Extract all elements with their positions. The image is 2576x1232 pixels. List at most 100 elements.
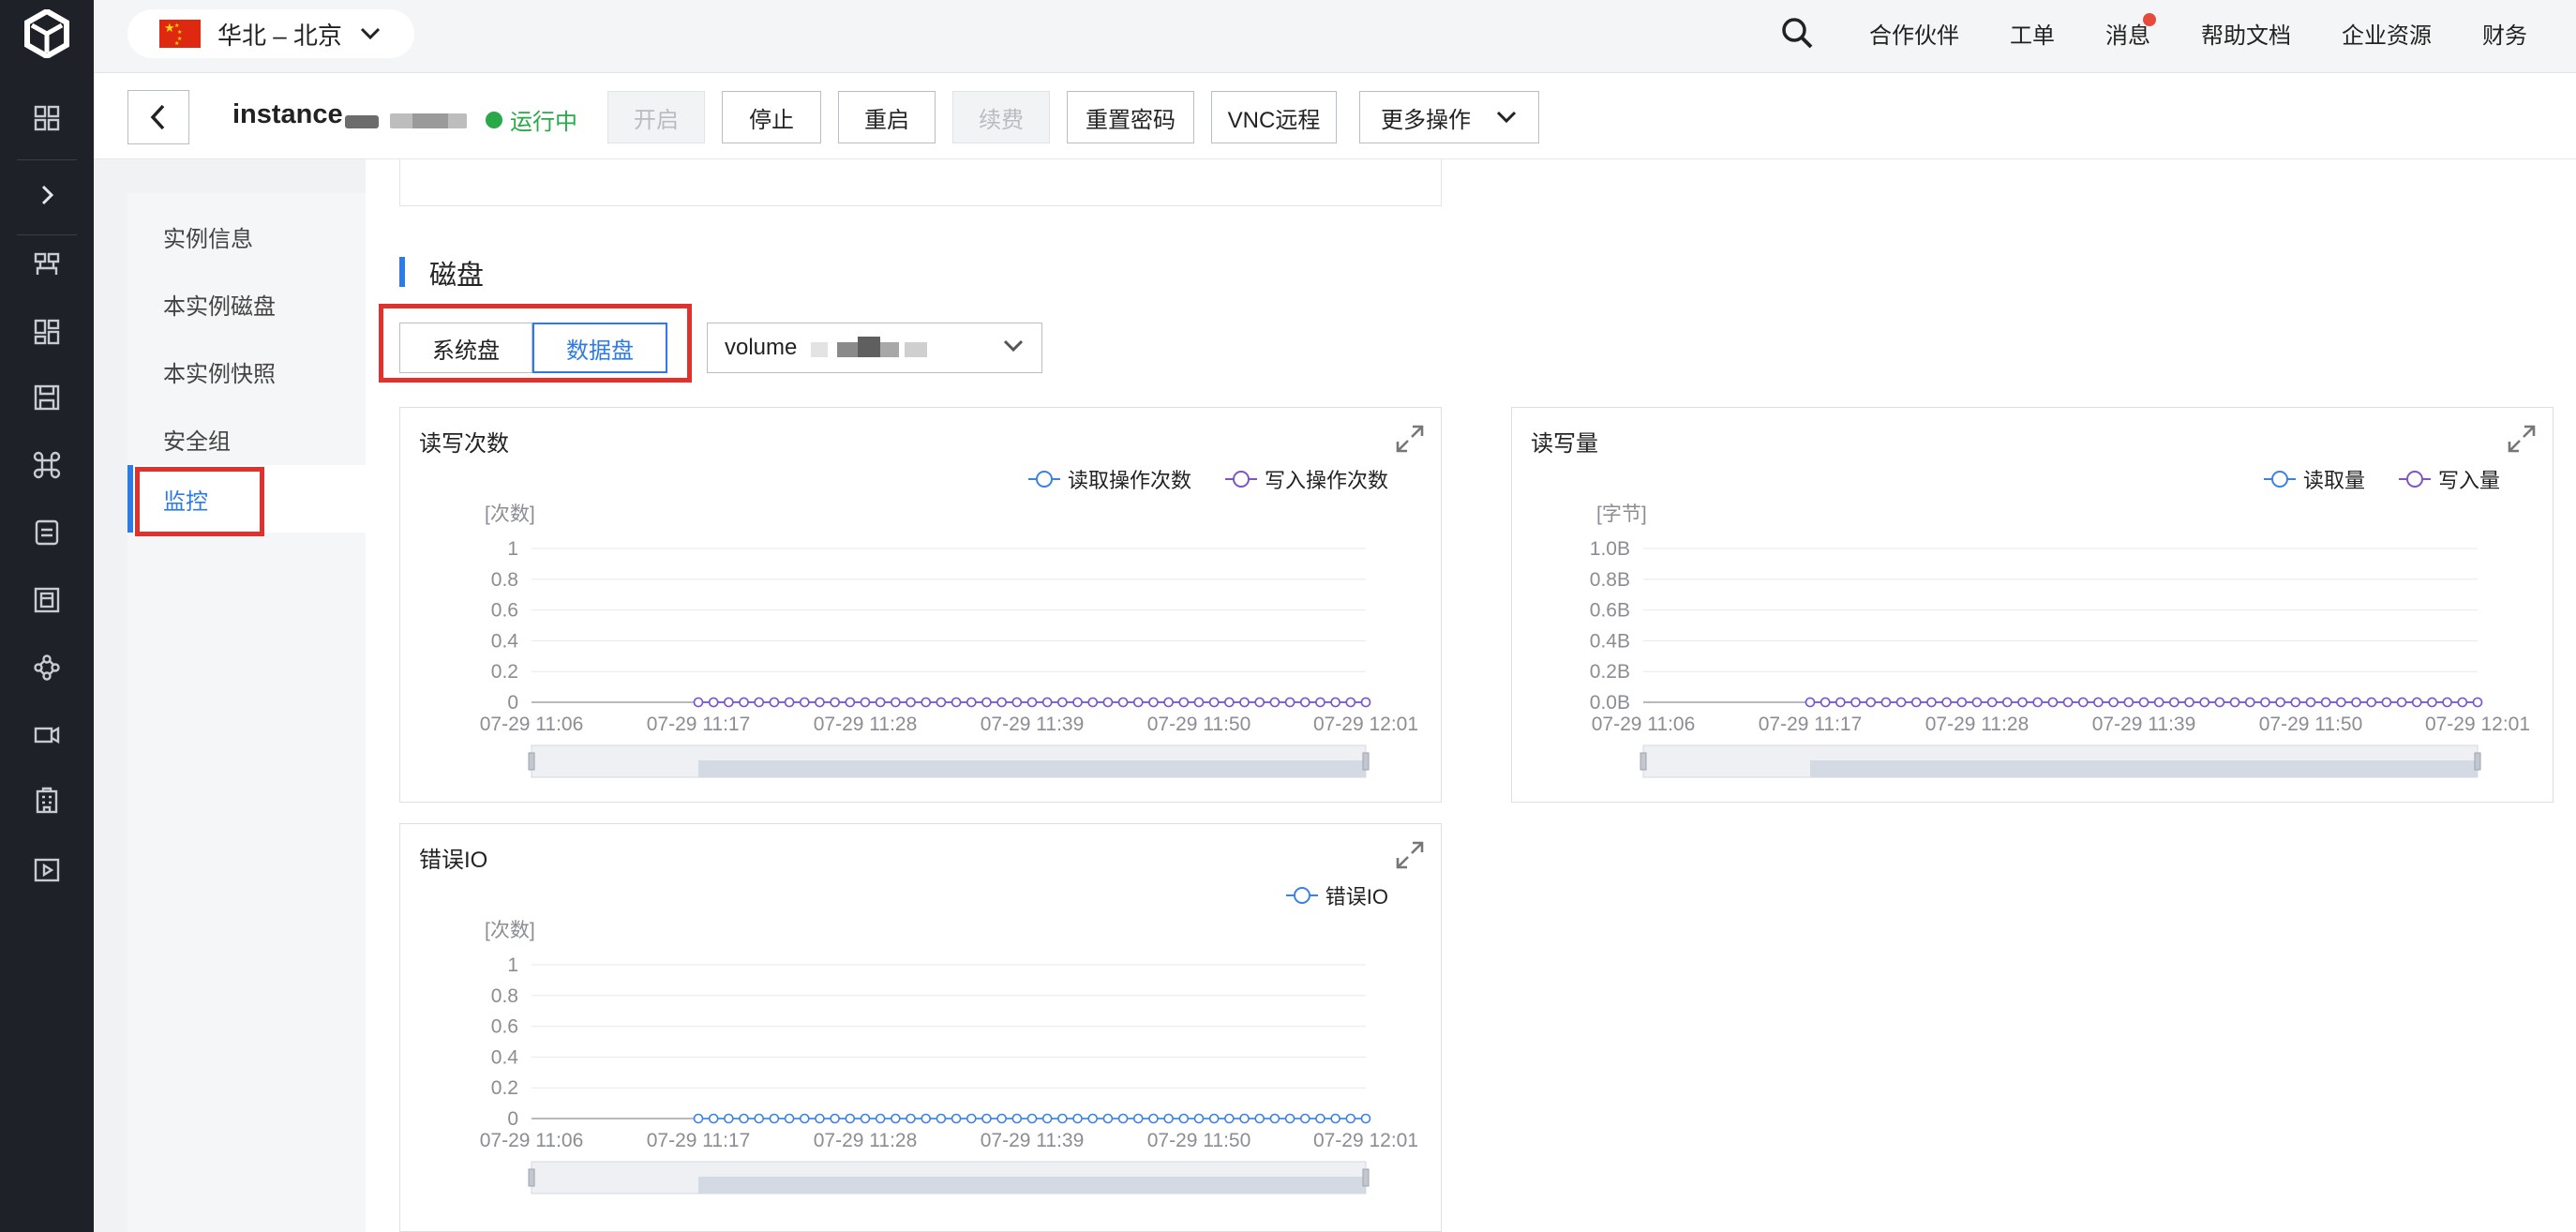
- section-title: 磁盘: [429, 261, 485, 291]
- data-point: [1026, 697, 1038, 708]
- zoom-slider-handle[interactable]: [1362, 752, 1370, 771]
- command-key-icon[interactable]: [24, 443, 69, 488]
- rail-divider: [17, 234, 77, 235]
- storage-disk-icon[interactable]: [24, 375, 69, 420]
- data-point: [815, 697, 825, 708]
- network-topology-icon[interactable]: [24, 242, 69, 287]
- china-flag-icon: ★ ★ ★ ★ ★: [159, 20, 201, 48]
- data-point: [1193, 697, 1205, 708]
- notification-dot: [2143, 13, 2156, 26]
- nav-enterprise-resources[interactable]: 企业资源: [2342, 17, 2432, 50]
- x-tick-label: 07-29 11:06: [480, 714, 584, 735]
- database-icon[interactable]: [24, 510, 69, 555]
- vnc-remote-button[interactable]: VNC远程: [1211, 91, 1337, 143]
- renew-button[interactable]: 续费: [952, 91, 1050, 143]
- data-point: [2138, 697, 2149, 708]
- data-point: [996, 697, 1007, 708]
- building-icon[interactable]: [24, 778, 69, 823]
- data-point: [1315, 1113, 1325, 1124]
- data-point: [2275, 697, 2285, 708]
- nav-help-docs[interactable]: 帮助文档: [2201, 17, 2291, 50]
- data-point: [2457, 697, 2468, 708]
- data-point: [815, 1113, 825, 1124]
- data-point: [1132, 697, 1144, 708]
- chevron-down-icon: [1003, 339, 1024, 353]
- nav-partners[interactable]: 合作伙伴: [1869, 17, 1959, 50]
- y-tick-label: 1: [507, 954, 518, 976]
- x-tick-label: 07-29 11:50: [1147, 1130, 1251, 1151]
- subnav-instance-disks[interactable]: 本实例磁盘: [127, 270, 366, 338]
- volume-select[interactable]: volume: [707, 323, 1042, 373]
- chevron-down-icon: [360, 27, 380, 40]
- data-point: [921, 1113, 932, 1124]
- subnav-monitoring[interactable]: 监控: [127, 465, 366, 533]
- play-media-icon[interactable]: [24, 848, 69, 893]
- data-point: [2260, 697, 2270, 708]
- data-point: [1208, 1113, 1220, 1124]
- logo-icon[interactable]: [21, 8, 73, 60]
- region-selector[interactable]: ★ ★ ★ ★ ★ 华北 – 北京: [127, 9, 414, 58]
- zoom-slider-handle[interactable]: [1362, 1168, 1370, 1187]
- data-point: [1041, 1113, 1053, 1124]
- y-tick-label: 0.2: [491, 1077, 518, 1099]
- container-icon[interactable]: [24, 578, 69, 623]
- back-button[interactable]: [127, 90, 189, 144]
- data-point: [1072, 697, 1083, 708]
- cluster-nodes-icon[interactable]: [24, 645, 69, 690]
- video-camera-icon[interactable]: [24, 713, 69, 758]
- data-point: [1041, 697, 1053, 708]
- redacted-volume-id: [837, 342, 858, 357]
- data-point: [891, 697, 901, 708]
- tab-data-disk[interactable]: 数据盘: [532, 323, 667, 373]
- data-point: [1072, 1113, 1083, 1124]
- nav-finance[interactable]: 财务: [2482, 17, 2527, 50]
- subnav-instance-info[interactable]: 实例信息: [127, 203, 366, 270]
- expand-chevron-icon[interactable]: [24, 173, 69, 218]
- top-bar: ★ ★ ★ ★ ★ 华北 – 北京 合作伙伴 工单 消息 帮助文档 企业资源 财…: [94, 0, 2576, 73]
- status-label: 运行中: [510, 110, 577, 135]
- data-point: [1117, 1113, 1129, 1124]
- section-accent-bar: [399, 257, 405, 287]
- data-point: [1148, 1113, 1159, 1124]
- data-point: [1926, 697, 1937, 708]
- zoom-slider-handle[interactable]: [528, 752, 535, 771]
- zoom-slider-selection: [698, 760, 1366, 777]
- tab-system-disk[interactable]: 系统盘: [399, 323, 532, 373]
- dashboard-grid-icon[interactable]: [24, 96, 69, 141]
- subnav-instance-snapshots[interactable]: 本实例快照: [127, 338, 366, 405]
- chart-card-rw-count: 读写次数 读取操作次数 写入操作次数 [次数] 1 0.8 0.6 0.4 0.2 0 07-…: [399, 407, 1442, 803]
- restart-button[interactable]: 重启: [838, 91, 936, 143]
- more-actions-label: 更多操作: [1381, 107, 1471, 133]
- stop-button[interactable]: 停止: [722, 91, 821, 143]
- zoom-slider-handle[interactable]: [2474, 752, 2481, 771]
- data-point: [784, 697, 795, 708]
- more-actions-dropdown[interactable]: 更多操作: [1359, 91, 1539, 143]
- data-point: [1941, 697, 1952, 708]
- zoom-slider-handle[interactable]: [1640, 752, 1647, 771]
- data-point: [1239, 697, 1250, 708]
- data-point: [1117, 697, 1129, 708]
- reset-password-button[interactable]: 重置密码: [1067, 91, 1194, 143]
- search-icon[interactable]: [1779, 15, 1817, 53]
- nav-tickets[interactable]: 工单: [2010, 17, 2055, 50]
- data-point: [2472, 697, 2483, 708]
- data-point: [1163, 697, 1174, 708]
- data-point: [1284, 1113, 1295, 1124]
- data-point: [2396, 697, 2407, 708]
- start-button[interactable]: 开启: [607, 91, 705, 143]
- subnav-security-group[interactable]: 安全组: [127, 405, 366, 473]
- data-point: [1360, 697, 1371, 708]
- data-point: [799, 697, 810, 708]
- data-point: [1057, 1113, 1068, 1124]
- y-tick-label: 0.4B: [1590, 630, 1630, 652]
- status-dot: [486, 111, 502, 128]
- layout-panels-icon[interactable]: [24, 309, 69, 354]
- data-point: [830, 1113, 840, 1124]
- data-point: [2290, 697, 2301, 708]
- data-point: [1102, 1113, 1114, 1124]
- zoom-slider-handle[interactable]: [528, 1168, 535, 1187]
- instance-subnav: 实例信息 本实例磁盘 本实例快照 安全组 监控: [127, 193, 366, 1232]
- data-point: [2305, 697, 2316, 708]
- data-point: [2062, 697, 2074, 708]
- data-point: [1299, 697, 1310, 708]
